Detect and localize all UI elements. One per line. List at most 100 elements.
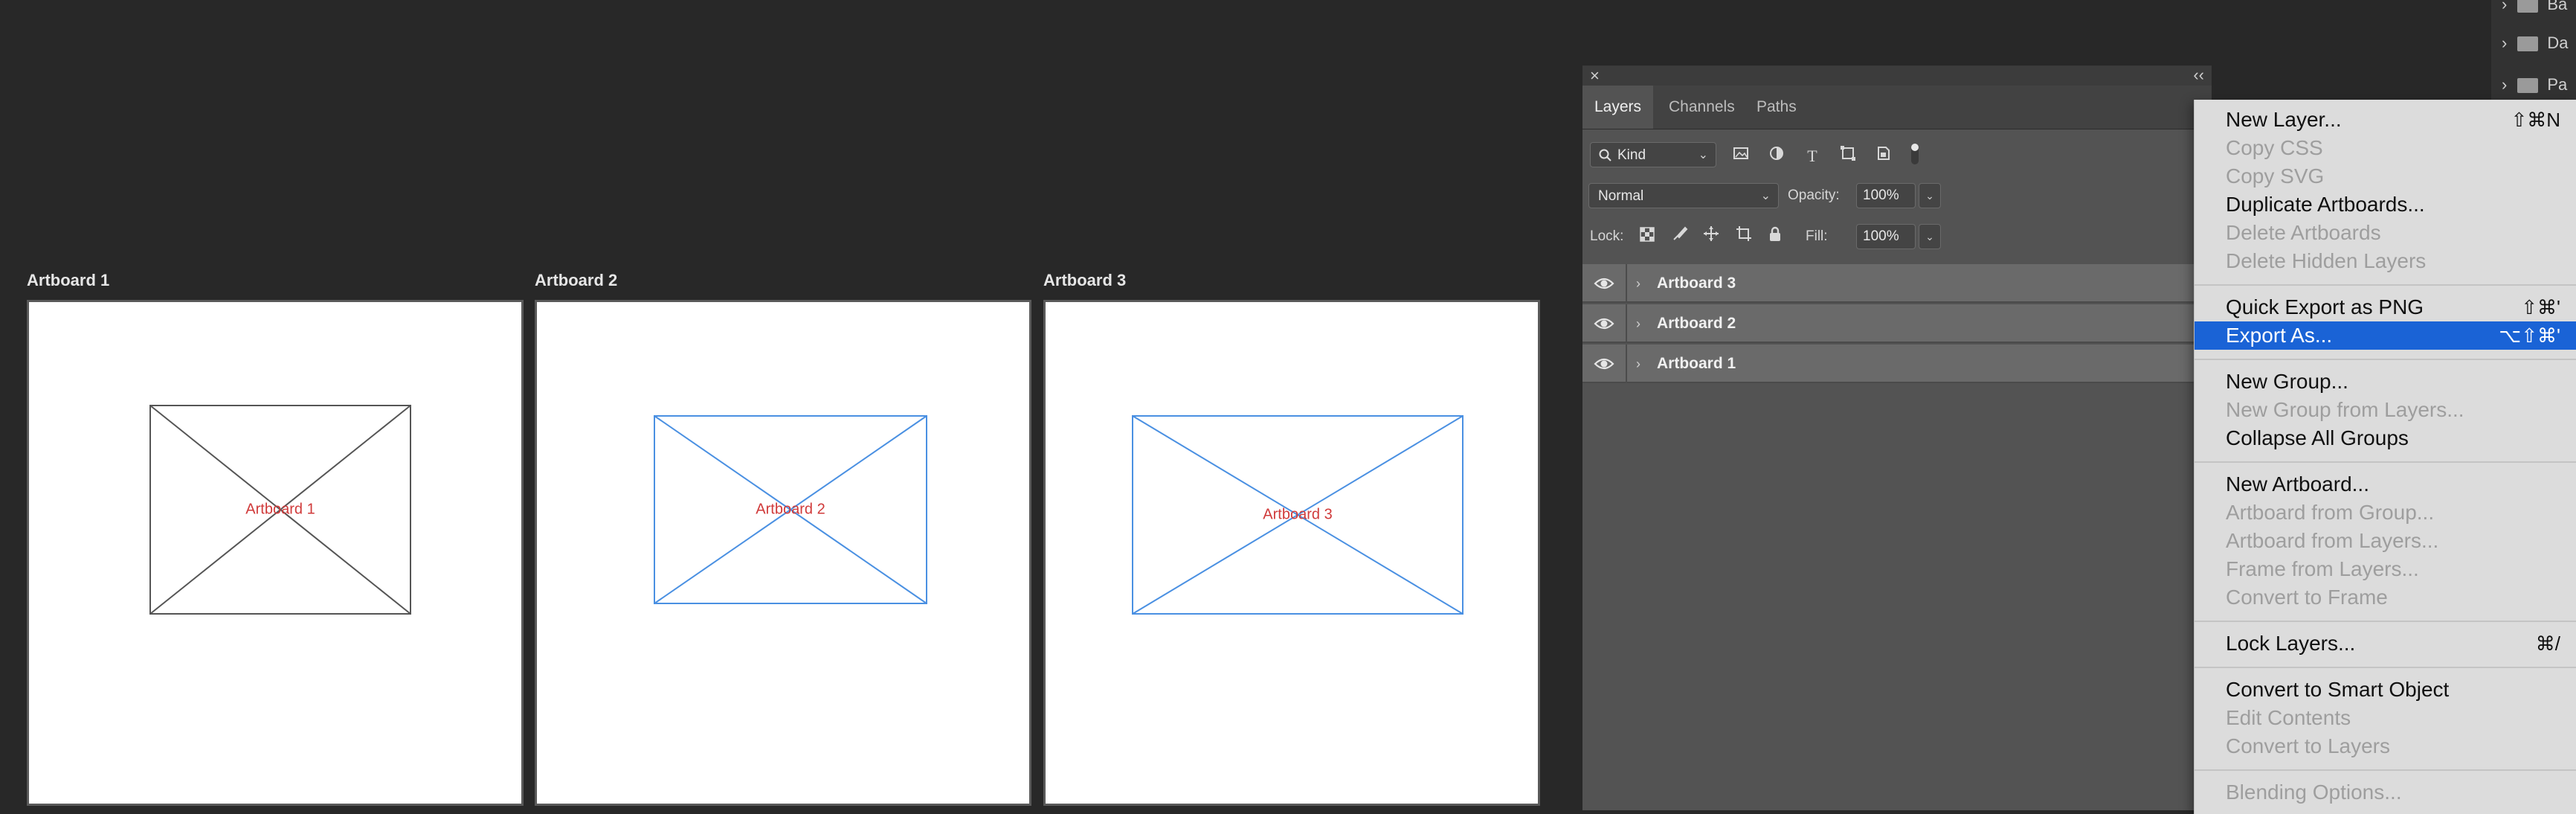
menu-item-export-as[interactable]: Export As... ⌥⇧⌘' — [2195, 321, 2576, 350]
opacity-input[interactable]: 100% — [1856, 183, 1916, 208]
menu-item-shortcut: ⌥⇧⌘' — [2499, 324, 2560, 347]
fill-label: Fill: — [1806, 228, 1828, 244]
artboard[interactable]: Artboard 2 — [535, 300, 1031, 806]
filter-toggle-icon[interactable] — [1904, 141, 1926, 164]
chevron-right-icon: › — [2502, 33, 2508, 52]
layer-name[interactable]: Artboard 1 — [1657, 344, 1736, 383]
chevron-right-icon[interactable]: › — [1636, 264, 1640, 303]
opacity-label: Opacity: — [1788, 188, 1840, 203]
menu-item-label: Lock Layers... — [2226, 632, 2356, 655]
divider — [1626, 304, 1627, 343]
menu-item-label: Collapse All Groups — [2226, 426, 2409, 449]
tab-layers[interactable]: Layers — [1582, 86, 1654, 129]
lock-transparent-pixels-icon[interactable] — [1636, 225, 1658, 248]
artboard-title[interactable]: Artboard 2 — [535, 271, 617, 290]
artboard[interactable]: Artboard 3 — [1043, 300, 1540, 806]
lock-artboard-icon[interactable] — [1733, 225, 1755, 248]
blend-mode-select[interactable]: Normal ⌄ — [1588, 183, 1779, 208]
background-folder-row[interactable]: › Ba — [2502, 0, 2567, 19]
menu-item-artboard-from-group: Artboard from Group... — [2195, 499, 2576, 527]
close-panel-icon[interactable]: × — [1590, 66, 1600, 86]
layer-name[interactable]: Artboard 2 — [1657, 304, 1736, 343]
menu-item-label: Duplicate Artboards... — [2226, 193, 2425, 216]
menu-item-label: Convert to Layers — [2226, 734, 2390, 757]
menu-item-label: Artboard from Group... — [2226, 501, 2435, 524]
chevron-right-icon[interactable]: › — [1636, 304, 1640, 343]
menu-item-collapse-all-groups[interactable]: Collapse All Groups — [2195, 424, 2576, 452]
divider — [1626, 264, 1627, 303]
smart-object-filter-icon[interactable] — [1873, 145, 1895, 167]
chevron-down-icon: ⌄ — [1698, 149, 1708, 161]
layer-row[interactable]: › Artboard 3 — [1582, 264, 2195, 303]
pixel-filter-icon[interactable] — [1730, 145, 1752, 167]
menu-item-shortcut: ⌘/ — [2535, 632, 2560, 655]
kind-filter-select[interactable]: Kind ⌄ — [1590, 142, 1716, 167]
menu-item-label: New Layer... — [2226, 108, 2342, 131]
tab-paths[interactable]: Paths — [1745, 86, 1809, 129]
menu-item-artboard-from-layers: Artboard from Layers... — [2195, 527, 2576, 555]
type-filter-icon[interactable]: T — [1801, 145, 1823, 167]
artboard[interactable]: Artboard 1 — [27, 300, 524, 806]
filter-row: Kind ⌄ T — [1582, 141, 2212, 170]
menu-item-label: Edit Contents — [2226, 706, 2351, 729]
menu-separator — [2195, 359, 2576, 360]
menu-separator — [2195, 461, 2576, 463]
shape-filter-icon[interactable] — [1837, 145, 1859, 167]
blend-row: Normal ⌄ Opacity: 100% ⌄ — [1582, 182, 2212, 211]
menu-item-duplicate-artboards[interactable]: Duplicate Artboards... — [2195, 190, 2576, 219]
lock-position-icon[interactable] — [1700, 225, 1722, 248]
lock-image-pixels-icon[interactable] — [1669, 225, 1691, 248]
menu-item-label: Convert to Frame — [2226, 586, 2388, 609]
lock-label: Lock: — [1590, 228, 1624, 244]
chevron-down-icon: ⌄ — [1760, 190, 1771, 202]
menu-separator — [2195, 284, 2576, 286]
artboard-title[interactable]: Artboard 1 — [27, 271, 109, 290]
menu-separator — [2195, 667, 2576, 668]
placeholder-label: Artboard 2 — [756, 501, 825, 518]
menu-item-label: Artboard from Layers... — [2226, 529, 2439, 552]
menu-item-label: Quick Export as PNG — [2226, 295, 2424, 318]
eye-visibility-icon[interactable] — [1593, 264, 1615, 303]
background-folder-row[interactable]: › Pa — [2502, 70, 2567, 100]
folder-icon — [2517, 78, 2539, 94]
layer-row[interactable]: › Artboard 1 — [1582, 344, 2195, 383]
menu-item-new-artboard[interactable]: New Artboard... — [2195, 470, 2576, 499]
tab-channels[interactable]: Channels — [1657, 86, 1747, 129]
menu-item-label: New Group... — [2226, 370, 2348, 393]
folder-icon — [2517, 36, 2539, 52]
menu-item-frame-from-layers: Frame from Layers... — [2195, 555, 2576, 583]
menu-item-label: Copy CSS — [2226, 136, 2323, 159]
eye-visibility-icon[interactable] — [1593, 344, 1615, 383]
menu-item-label: Delete Hidden Layers — [2226, 249, 2427, 272]
layer-row[interactable]: › Artboard 2 — [1582, 304, 2195, 343]
menu-item-label: Export As... — [2226, 324, 2333, 347]
menu-item-label: Frame from Layers... — [2226, 557, 2419, 580]
placeholder-label: Artboard 3 — [1263, 506, 1333, 523]
menu-item-lock-layers[interactable]: Lock Layers... ⌘/ — [2195, 629, 2576, 658]
menu-item-delete-hidden-layers: Delete Hidden Layers — [2195, 247, 2576, 275]
menu-item-label: Delete Artboards — [2226, 221, 2381, 244]
layer-name[interactable]: Artboard 3 — [1657, 264, 1736, 303]
fill-dropdown[interactable]: ⌄ — [1919, 224, 1941, 249]
fill-input[interactable]: 100% — [1856, 224, 1916, 249]
opacity-dropdown[interactable]: ⌄ — [1919, 183, 1941, 208]
menu-item-new-group[interactable]: New Group... — [2195, 368, 2576, 396]
eye-visibility-icon[interactable] — [1593, 304, 1615, 343]
collapse-panel-icon[interactable]: ‹‹ — [2193, 66, 2204, 84]
chevron-right-icon: › — [2502, 0, 2508, 13]
menu-item-label: Copy SVG — [2226, 164, 2325, 188]
adjustment-filter-icon[interactable] — [1765, 145, 1788, 167]
background-folder-row[interactable]: › Da — [2502, 28, 2568, 58]
layers-panel-context-menu: New Layer... ⇧⌘N Copy CSS Copy SVG Duplicate… — [2194, 100, 2576, 814]
artboard-title[interactable]: Artboard 3 — [1043, 271, 1126, 290]
chevron-right-icon[interactable]: › — [1636, 344, 1640, 383]
menu-item-shortcut: ⇧⌘N — [2511, 109, 2560, 131]
menu-item-quick-export-as-png[interactable]: Quick Export as PNG ⇧⌘' — [2195, 293, 2576, 321]
placeholder-label: Artboard 1 — [245, 501, 315, 518]
menu-item-new-layer[interactable]: New Layer... ⇧⌘N — [2195, 106, 2576, 134]
menu-item-convert-to-smart-object[interactable]: Convert to Smart Object — [2195, 676, 2576, 704]
panel-tabs: Layers Channels Paths ≡ — [1582, 86, 2212, 129]
lock-all-icon[interactable] — [1764, 225, 1786, 248]
menu-item-label: New Group from Layers... — [2226, 398, 2464, 421]
menu-item-edit-contents: Edit Contents — [2195, 704, 2576, 732]
